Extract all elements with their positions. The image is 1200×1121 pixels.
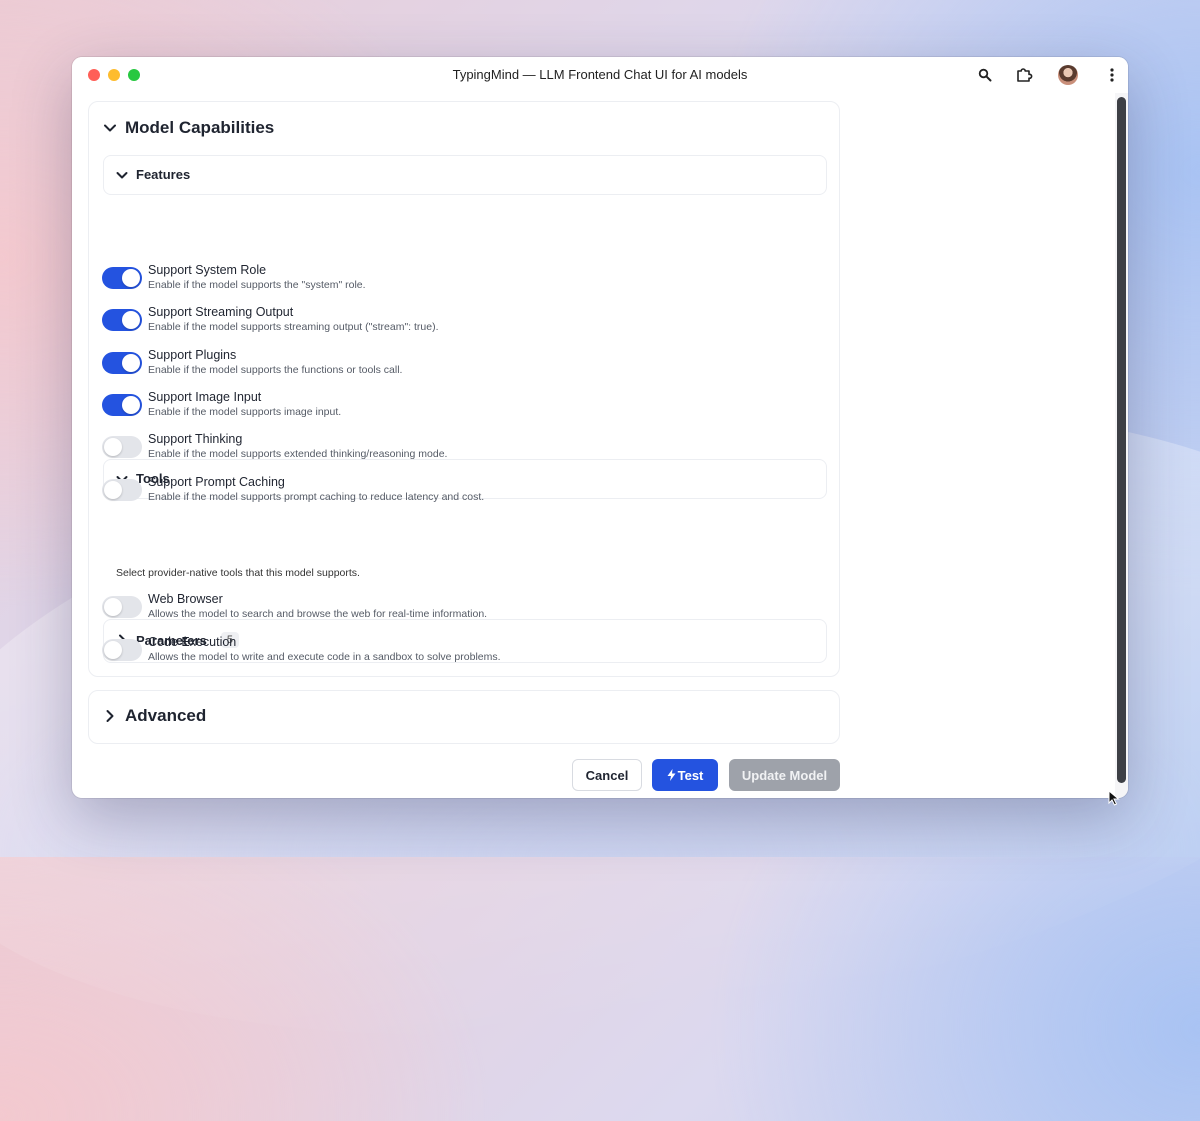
feature-description: Enable if the model supports prompt cach… [148,491,485,503]
scrollbar-thumb[interactable] [1117,97,1126,783]
model-capabilities-card: Model Capabilities Features Tools Parame… [88,101,840,677]
test-label: Test [677,767,704,783]
system-role-toggle[interactable] [102,267,142,289]
model-capabilities-title: Model Capabilities [125,118,275,137]
features-title: Features [136,167,191,182]
feature-row-plugins: Support Plugins Enable if the model supp… [88,348,788,382]
test-button[interactable]: Test [652,759,718,791]
cancel-button[interactable]: Cancel [572,759,642,791]
feature-description: Enable if the model supports the "system… [148,279,366,291]
more-vertical-icon[interactable] [1102,65,1122,85]
window-title: TypingMind — LLM Frontend Chat UI for AI… [452,67,748,82]
feature-label: Support Streaming Output [148,305,294,319]
tool-description: Allows the model to write and execute co… [148,651,501,663]
mouse-cursor-icon [1108,790,1120,806]
search-icon[interactable] [975,65,995,85]
tool-label: Code Execution [148,635,237,649]
extension-icon[interactable] [1014,65,1034,85]
tool-row-code-execution: Code Execution Allows the model to write… [88,635,788,669]
streaming-output-toggle[interactable] [102,309,142,331]
feature-label: Support Thinking [148,432,243,446]
features-section-header[interactable]: Features [103,155,827,195]
feature-row-image-input: Support Image Input Enable if the model … [88,390,788,424]
advanced-title: Advanced [125,706,207,725]
feature-description: Enable if the model supports image input… [148,406,342,418]
tool-description: Allows the model to search and browse th… [148,608,488,620]
prompt-caching-toggle[interactable] [102,479,142,501]
lightning-icon [667,769,676,781]
chevron-down-icon [104,124,116,132]
tool-label: Web Browser [148,592,223,606]
feature-row-system-role: Support System Role Enable if the model … [88,263,788,297]
chevron-down-icon [116,171,128,178]
avatar[interactable] [1058,65,1078,85]
scrollbar[interactable] [1115,93,1128,798]
plugins-toggle[interactable] [102,352,142,374]
web-browser-toggle[interactable] [102,596,142,618]
update-model-button[interactable]: Update Model [729,759,840,791]
feature-row-streaming-output: Support Streaming Output Enable if the m… [88,305,788,339]
feature-label: Support System Role [148,263,267,277]
feature-description: Enable if the model supports extended th… [148,448,448,460]
browser-window: TypingMind — LLM Frontend Chat UI for AI… [72,57,1128,798]
advanced-header[interactable]: Advanced [103,706,206,726]
page-content: Model Capabilities Features Tools Parame… [72,93,1115,798]
feature-label: Support Plugins [148,348,237,362]
model-capabilities-header[interactable]: Model Capabilities [103,118,274,138]
tools-description: Select provider-native tools that this m… [116,567,360,579]
image-input-toggle[interactable] [102,394,142,416]
thinking-toggle[interactable] [102,436,142,458]
feature-label: Support Image Input [148,390,262,404]
title-bar: TypingMind — LLM Frontend Chat UI for AI… [72,57,1128,93]
feature-row-prompt-caching: Support Prompt Caching Enable if the mod… [88,475,788,509]
feature-description: Enable if the model supports streaming o… [148,321,439,333]
feature-description: Enable if the model supports the functio… [148,364,403,376]
advanced-card[interactable]: Advanced [88,690,840,744]
code-execution-toggle[interactable] [102,639,142,661]
feature-row-thinking: Support Thinking Enable if the model sup… [88,432,788,466]
feature-label: Support Prompt Caching [148,475,285,489]
tool-row-web-browser: Web Browser Allows the model to search a… [88,592,788,626]
chevron-right-icon [106,710,114,722]
